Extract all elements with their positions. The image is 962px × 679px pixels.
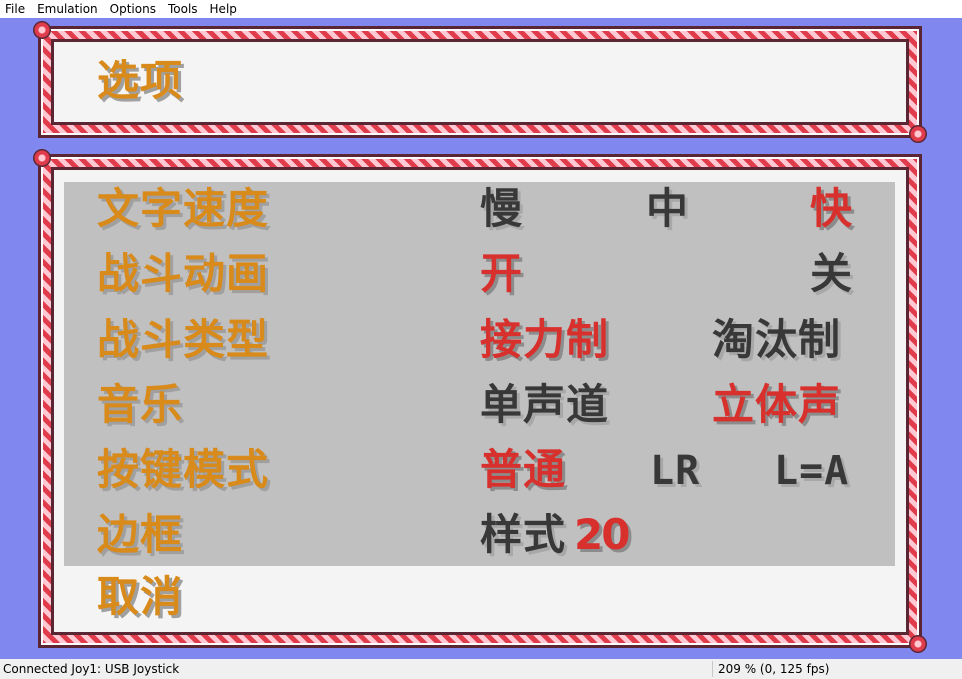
option-value-lr[interactable]: LR xyxy=(650,451,700,491)
frame-corner-ornament xyxy=(909,635,927,653)
option-label-battle-animation[interactable]: 战斗动画 xyxy=(97,253,269,295)
menu-emulation[interactable]: Emulation xyxy=(31,0,104,18)
option-label-music[interactable]: 音乐 xyxy=(97,384,183,426)
option-value-frame-number[interactable]: 20 xyxy=(574,514,630,556)
option-label-key-mode[interactable]: 按键模式 xyxy=(97,449,269,491)
option-value-stereo[interactable]: 立体声 xyxy=(712,384,841,426)
option-value-elimination[interactable]: 淘汰制 xyxy=(712,319,841,361)
option-value-normal[interactable]: 普通 xyxy=(480,449,566,491)
option-label-frame[interactable]: 边框 xyxy=(97,514,183,556)
option-value-medium[interactable]: 中 xyxy=(646,188,689,230)
menu-options[interactable]: Options xyxy=(104,0,162,18)
status-fps-text: 209 % (0, 125 fps) xyxy=(718,662,830,676)
option-value-l-equals-a[interactable]: L=A xyxy=(774,451,849,491)
option-value-frame-style[interactable]: 样式 xyxy=(480,514,566,556)
option-label-text-speed[interactable]: 文字速度 xyxy=(97,188,269,230)
option-value-off[interactable]: 关 xyxy=(810,253,853,295)
option-value-mono[interactable]: 单声道 xyxy=(480,384,609,426)
status-divider xyxy=(712,661,713,677)
cancel-option[interactable]: 取消 xyxy=(97,576,183,618)
title-window-inner: 选项 xyxy=(51,39,909,125)
frame-corner-ornament xyxy=(33,149,51,167)
title-window: 选项 xyxy=(33,21,927,143)
status-bar: Connected Joy1: USB Joystick 209 % (0, 1… xyxy=(0,659,962,679)
option-value-on[interactable]: 开 xyxy=(480,253,523,295)
status-connection-text: Connected Joy1: USB Joystick xyxy=(3,662,180,676)
screen-title: 选项 xyxy=(97,56,184,105)
options-highlight-panel xyxy=(64,182,895,566)
options-window-inner: 文字速度 慢 中 快 战斗动画 开 关 战斗类型 接力制 淘汰制 音乐 单声道 … xyxy=(51,167,909,635)
option-value-slow[interactable]: 慢 xyxy=(480,188,523,230)
option-value-relay[interactable]: 接力制 xyxy=(480,319,609,361)
frame-corner-ornament xyxy=(33,21,51,39)
option-value-fast[interactable]: 快 xyxy=(810,188,853,230)
option-label-battle-type[interactable]: 战斗类型 xyxy=(97,319,269,361)
menu-file[interactable]: File xyxy=(0,0,31,18)
options-window: 文字速度 慢 中 快 战斗动画 开 关 战斗类型 接力制 淘汰制 音乐 单声道 … xyxy=(33,149,927,653)
game-screen[interactable]: 选项 文字速度 慢 中 快 战斗动画 开 关 战斗类型 接力制 淘汰制 音乐 单… xyxy=(0,18,962,659)
frame-corner-ornament xyxy=(909,125,927,143)
menu-tools[interactable]: Tools xyxy=(162,0,204,18)
menu-bar: File Emulation Options Tools Help xyxy=(0,0,962,18)
menu-help[interactable]: Help xyxy=(204,0,243,18)
